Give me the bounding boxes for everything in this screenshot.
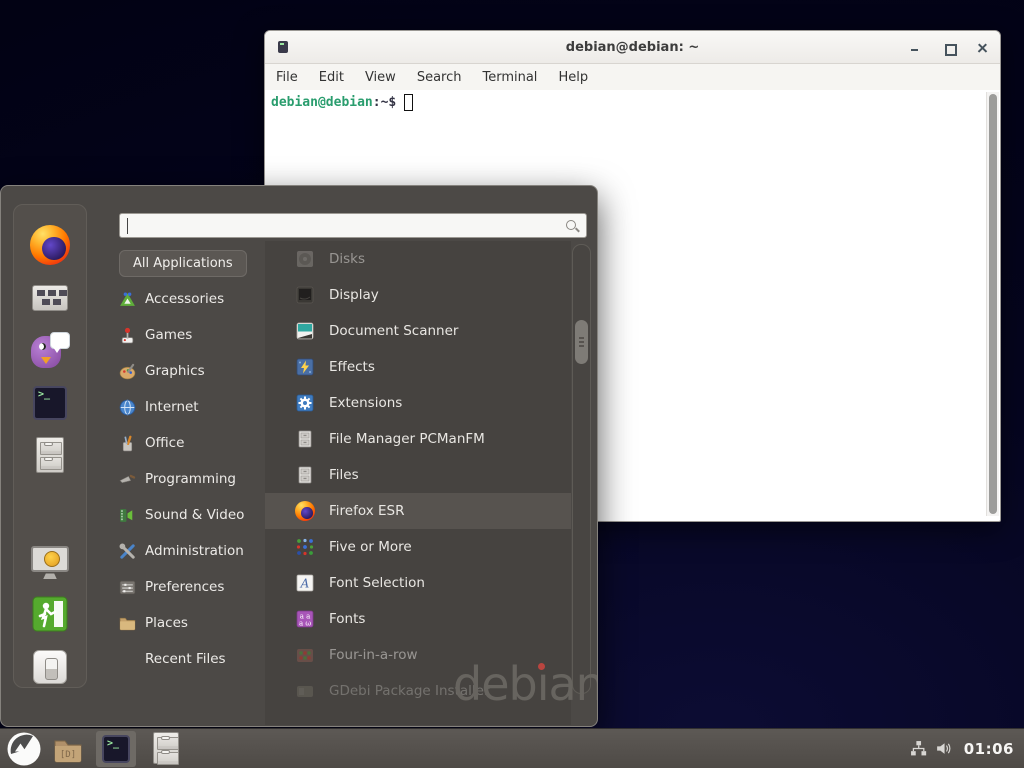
minimize-icon[interactable]	[908, 41, 922, 55]
terminal-prompt: debian@debian:~$	[271, 94, 994, 111]
administration-icon	[119, 543, 136, 560]
maximize-icon[interactable]	[942, 41, 956, 55]
app-effects[interactable]: Effects	[265, 349, 571, 385]
terminal-scrollbar-thumb[interactable]	[989, 94, 997, 514]
prompt-user-host: debian@debian	[271, 95, 373, 110]
category-recent-files[interactable]: Recent Files	[119, 641, 265, 677]
log-out-icon[interactable]	[30, 594, 70, 634]
display-icon	[295, 285, 315, 305]
programming-icon	[119, 471, 136, 488]
sound-video-icon	[119, 507, 136, 524]
document-scanner-icon	[295, 321, 315, 341]
volume-icon[interactable]	[935, 740, 952, 757]
app-firefox-esr[interactable]: Firefox ESR	[265, 493, 571, 529]
taskbar: [D] 01:06	[0, 728, 1024, 768]
category-list: All Applications Accessories Games Graph…	[119, 248, 265, 677]
menu-search-box	[119, 213, 587, 238]
places-icon	[119, 615, 136, 632]
app-extensions[interactable]: Extensions	[265, 385, 571, 421]
office-icon	[119, 435, 136, 452]
terminal-menu-edit[interactable]: Edit	[319, 70, 344, 85]
file-manager-icon[interactable]	[30, 435, 70, 475]
terminal-menu-view[interactable]: View	[365, 70, 396, 85]
taskbar-file-manager-button[interactable]	[150, 732, 184, 766]
favorites-panel	[13, 204, 87, 688]
category-sound-video[interactable]: Sound & Video	[119, 497, 265, 533]
application-list-scrollbar-thumb[interactable]	[575, 320, 588, 364]
app-disks[interactable]: Disks	[265, 241, 571, 277]
terminal-titlebar[interactable]: debian@debian: ~	[265, 31, 1000, 64]
prompt-suffix: :~$	[373, 95, 396, 110]
svg-text:[D]: [D]	[60, 750, 76, 760]
graphics-icon	[119, 363, 136, 380]
start-menu-icon[interactable]	[6, 731, 42, 767]
search-caret	[127, 218, 128, 234]
internet-icon	[119, 399, 136, 416]
accessories-icon	[119, 291, 136, 308]
app-display[interactable]: Display	[265, 277, 571, 313]
search-icon	[565, 219, 579, 233]
font-selection-icon: A	[295, 573, 315, 593]
firefox-icon[interactable]	[30, 225, 70, 265]
app-document-scanner[interactable]: Document Scanner	[265, 313, 571, 349]
terminal-title: debian@debian: ~	[265, 40, 1000, 55]
category-programming[interactable]: Programming	[119, 461, 265, 497]
category-office[interactable]: Office	[119, 425, 265, 461]
taskbar-clock[interactable]: 01:06	[964, 740, 1014, 758]
terminal-menu-help[interactable]: Help	[558, 70, 588, 85]
debian-wallpaper-watermark: debıan	[453, 657, 598, 711]
lock-screen-icon[interactable]	[30, 542, 70, 582]
app-files[interactable]: Files	[265, 457, 571, 493]
app-fonts[interactable]: a aa ω Fonts	[265, 601, 571, 637]
svg-text:a ω: a ω	[299, 620, 311, 628]
category-all-applications[interactable]: All Applications	[119, 250, 247, 277]
fonts-icon: a aa ω	[295, 609, 315, 629]
category-preferences[interactable]: Preferences	[119, 569, 265, 605]
app-font-selection[interactable]: A Font Selection	[265, 565, 571, 601]
firefox-icon	[295, 501, 315, 521]
application-list: Disks Display Document Scanner Effects E…	[265, 241, 571, 725]
disks-icon	[295, 249, 315, 269]
terminal-menubar: File Edit View Search Terminal Help	[265, 64, 1000, 90]
file-cabinet-icon	[295, 465, 315, 485]
shut-down-icon[interactable]	[30, 647, 70, 687]
terminal-icon[interactable]	[30, 383, 70, 423]
taskbar-terminal-button[interactable]	[96, 731, 136, 767]
menu-search-input[interactable]	[128, 215, 560, 236]
svg-text:A: A	[300, 577, 310, 591]
terminal-menu-file[interactable]: File	[276, 70, 298, 85]
close-icon[interactable]	[976, 41, 990, 55]
folder-icon[interactable]: [D]	[52, 734, 84, 766]
category-places[interactable]: Places	[119, 605, 265, 641]
preferences-icon	[119, 579, 136, 596]
category-administration[interactable]: Administration	[119, 533, 265, 569]
category-internet[interactable]: Internet	[119, 389, 265, 425]
four-in-a-row-icon	[295, 645, 315, 665]
terminal-menu-search[interactable]: Search	[417, 70, 462, 85]
gdebi-icon	[295, 681, 315, 701]
pidgin-icon[interactable]	[30, 330, 70, 370]
application-list-scrollbar[interactable]	[572, 244, 591, 694]
desktop: debian@debian: ~ File Edit View Search T…	[0, 0, 1024, 768]
terminal-icon	[102, 735, 130, 763]
category-graphics[interactable]: Graphics	[119, 353, 265, 389]
effects-icon	[295, 357, 315, 377]
terminal-scrollbar[interactable]	[986, 92, 999, 516]
games-icon	[119, 327, 136, 344]
five-or-more-icon	[295, 537, 315, 557]
software-manager-icon[interactable]	[30, 278, 70, 318]
category-accessories[interactable]: Accessories	[119, 281, 265, 317]
category-games[interactable]: Games	[119, 317, 265, 353]
terminal-window-icon	[278, 41, 288, 53]
application-menu: All Applications Accessories Games Graph…	[0, 185, 598, 727]
file-cabinet-icon	[295, 429, 315, 449]
network-icon[interactable]	[910, 740, 927, 757]
terminal-cursor	[404, 94, 413, 111]
app-file-manager-pcmanfm[interactable]: File Manager PCManFM	[265, 421, 571, 457]
app-five-or-more[interactable]: Five or More	[265, 529, 571, 565]
extensions-icon	[295, 393, 315, 413]
terminal-menu-terminal[interactable]: Terminal	[482, 70, 537, 85]
